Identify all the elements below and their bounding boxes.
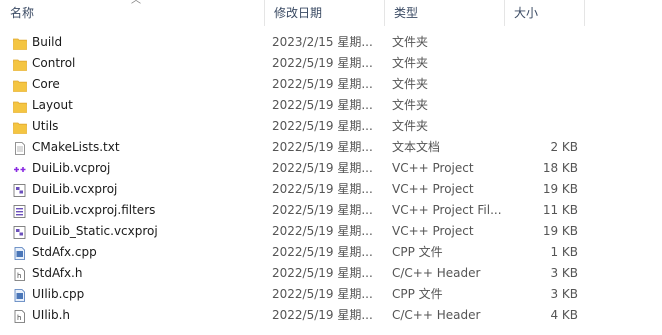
file-modified-date: 2022/5/19 星期... bbox=[272, 119, 373, 133]
file-size: 3 KB bbox=[550, 287, 578, 301]
file-modified-date: 2022/5/19 星期... bbox=[272, 224, 373, 238]
file-name: Core bbox=[32, 77, 60, 91]
file-modified-date: 2022/5/19 星期... bbox=[272, 77, 373, 91]
column-header-modified[interactable]: 修改日期 bbox=[264, 0, 384, 26]
file-row[interactable]: h StdAfx.h 2022/5/19 星期... C/C++ Header 3 KB bbox=[0, 263, 662, 284]
file-modified-date: 2022/5/19 星期... bbox=[272, 140, 373, 154]
file-name: Build bbox=[32, 35, 63, 49]
vcproj-file-icon bbox=[13, 162, 27, 175]
file-row[interactable]: Core 2022/5/19 星期... 文件夹 bbox=[0, 74, 662, 95]
file-size: 19 KB bbox=[542, 224, 578, 238]
file-name: Utils bbox=[32, 119, 59, 133]
file-row[interactable]: CMakeLists.txt 2022/5/19 星期... 文本文档 2 KB bbox=[0, 137, 662, 158]
file-modified-date: 2022/5/19 星期... bbox=[272, 56, 373, 70]
file-row[interactable]: StdAfx.cpp 2022/5/19 星期... CPP 文件 1 KB bbox=[0, 242, 662, 263]
file-type: C/C++ Header bbox=[392, 266, 481, 280]
file-modified-date: 2022/5/19 星期... bbox=[272, 182, 373, 196]
file-size: 3 KB bbox=[550, 266, 578, 280]
file-row[interactable]: Layout 2022/5/19 星期... 文件夹 bbox=[0, 95, 662, 116]
file-row[interactable]: DuiLib.vcxproj.filters 2022/5/19 星期... VC+… bbox=[0, 200, 662, 221]
text-file-icon bbox=[13, 141, 27, 155]
column-header-bar: ︿ 名称 修改日期 类型 大小 bbox=[0, 0, 662, 26]
column-header-type[interactable]: 类型 bbox=[384, 0, 504, 26]
file-row[interactable]: Control 2022/5/19 星期... 文件夹 bbox=[0, 53, 662, 74]
file-modified-date: 2022/5/19 星期... bbox=[272, 287, 373, 301]
file-modified-date: 2022/5/19 星期... bbox=[272, 245, 373, 259]
file-size: 2 KB bbox=[550, 140, 578, 154]
file-name: DuiLib.vcxproj.filters bbox=[32, 203, 156, 217]
vcxproj-file-icon bbox=[13, 225, 27, 239]
file-type: 文件夹 bbox=[392, 98, 429, 112]
file-size: 1 KB bbox=[550, 245, 578, 259]
file-size: 18 KB bbox=[542, 161, 578, 175]
svg-text:h: h bbox=[17, 272, 21, 280]
file-type: 文件夹 bbox=[392, 119, 429, 133]
file-name: UIlib.h bbox=[32, 308, 71, 322]
file-modified-date: 2022/5/19 星期... bbox=[272, 308, 373, 322]
file-type: VC++ Project Fil... bbox=[392, 203, 502, 217]
file-name: UIlib.cpp bbox=[32, 287, 85, 301]
file-type: VC++ Project bbox=[392, 224, 474, 238]
file-name: DuiLib.vcproj bbox=[32, 161, 111, 175]
file-row[interactable]: UIlib.cpp 2022/5/19 星期... CPP 文件 3 KB bbox=[0, 284, 662, 305]
folder-icon bbox=[13, 57, 27, 71]
file-type: 文件夹 bbox=[392, 35, 429, 49]
folder-icon bbox=[13, 36, 27, 50]
file-type: 文件夹 bbox=[392, 56, 429, 70]
file-type: C/C++ Header bbox=[392, 308, 481, 322]
filters-file-icon bbox=[13, 204, 27, 218]
file-row[interactable]: DuiLib.vcxproj 2022/5/19 星期... VC++ Projec… bbox=[0, 179, 662, 200]
file-name: StdAfx.cpp bbox=[32, 245, 97, 259]
file-row[interactable]: Utils 2022/5/19 星期... 文件夹 bbox=[0, 116, 662, 137]
file-type: VC++ Project bbox=[392, 182, 474, 196]
folder-icon bbox=[13, 78, 27, 92]
cpp-file-icon bbox=[13, 246, 27, 260]
file-name: Control bbox=[32, 56, 76, 70]
file-modified-date: 2022/5/19 星期... bbox=[272, 98, 373, 112]
file-row[interactable]: h UIlib.h 2022/5/19 星期... C/C++ Header 4 KB bbox=[0, 305, 662, 326]
file-size: 4 KB bbox=[550, 308, 578, 322]
file-row[interactable]: DuiLib_Static.vcxproj 2022/5/19 星期... VC++… bbox=[0, 221, 662, 242]
cpp-file-icon bbox=[13, 288, 27, 302]
file-type: 文件夹 bbox=[392, 77, 429, 91]
file-name: CMakeLists.txt bbox=[32, 140, 120, 154]
file-name: DuiLib.vcxproj bbox=[32, 182, 118, 196]
file-type: 文本文档 bbox=[392, 140, 441, 154]
file-modified-date: 2022/5/19 星期... bbox=[272, 203, 373, 217]
file-type: CPP 文件 bbox=[392, 245, 443, 259]
column-header-size[interactable]: 大小 bbox=[504, 0, 584, 26]
column-divider[interactable] bbox=[584, 0, 585, 26]
file-modified-date: 2022/5/19 星期... bbox=[272, 266, 373, 280]
file-size: 11 KB bbox=[542, 203, 578, 217]
file-row[interactable]: Build 2023/2/15 星期... 文件夹 bbox=[0, 32, 662, 53]
file-row[interactable]: DuiLib.vcproj 2022/5/19 星期... VC++ Project… bbox=[0, 158, 662, 179]
column-header-name[interactable]: 名称 bbox=[0, 0, 264, 26]
header-file-icon: h bbox=[13, 309, 27, 323]
file-modified-date: 2022/5/19 星期... bbox=[272, 161, 373, 175]
file-modified-date: 2023/2/15 星期... bbox=[272, 35, 373, 49]
header-file-icon: h bbox=[13, 267, 27, 281]
file-type: VC++ Project bbox=[392, 161, 474, 175]
file-type: CPP 文件 bbox=[392, 287, 443, 301]
file-name: DuiLib_Static.vcxproj bbox=[32, 224, 158, 238]
file-name: Layout bbox=[32, 98, 73, 112]
folder-icon bbox=[13, 99, 27, 113]
file-size: 19 KB bbox=[542, 182, 578, 196]
file-name: StdAfx.h bbox=[32, 266, 83, 280]
folder-icon bbox=[13, 120, 27, 134]
vcxproj-file-icon bbox=[13, 183, 27, 197]
svg-text:h: h bbox=[17, 314, 21, 322]
